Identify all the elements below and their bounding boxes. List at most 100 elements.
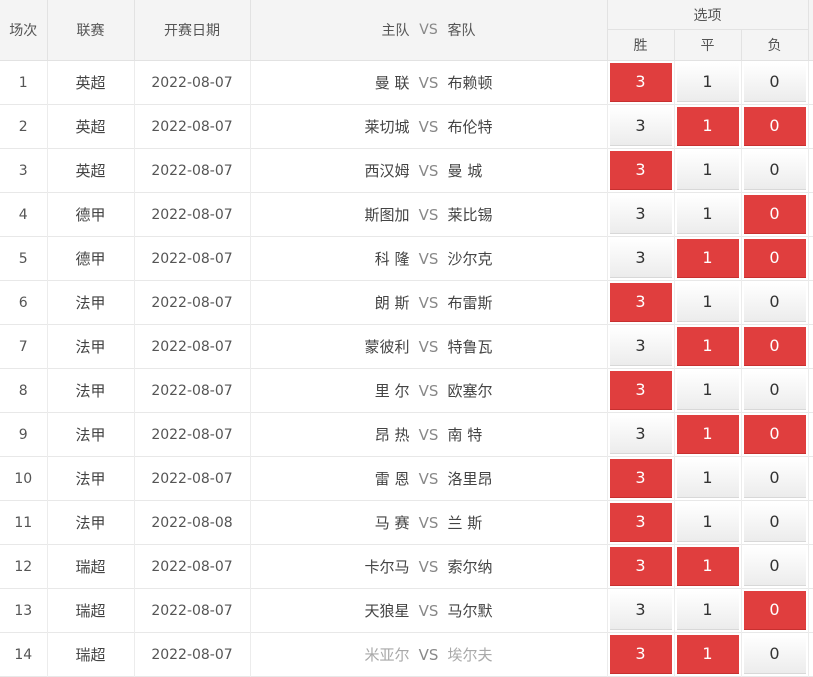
league-name: 英超 [47,60,135,105]
row-spacer [808,324,813,369]
matchup-cell: 西汉姆 VS 曼 城 [250,148,608,193]
option-win-button[interactable]: 3 [609,107,672,146]
league-name: 瑞超 [47,632,135,677]
away-team: 布伦特 [447,118,493,136]
vs-label: VS [418,601,439,620]
match-number: 1 [0,60,48,105]
league-name: 法甲 [47,456,135,501]
option-win-button[interactable]: 3 [609,459,672,498]
home-team: 雷 恩 [374,470,410,488]
option-lose-button[interactable]: 0 [743,63,806,102]
row-spacer [808,192,813,237]
match-rows: 1 英超 2022-08-07 曼 联 VS 布赖顿 3 1 0 2 英超 2022-08-07 莱切城… [0,60,813,677]
option-win-button[interactable]: 3 [609,371,672,410]
vs-label: VS [418,249,439,268]
option-draw-button[interactable]: 1 [676,107,739,146]
away-team: 南 特 [447,426,483,444]
match-date: 2022-08-07 [134,60,251,105]
matchup-cell: 卡尔马 VS 索尔纳 [250,544,608,589]
option-win-button[interactable]: 3 [609,63,672,102]
option-draw-button[interactable]: 1 [676,63,739,102]
vs-label: VS [418,293,439,312]
option-win-button[interactable]: 3 [609,327,672,366]
league-name: 法甲 [47,324,135,369]
header-lose: 负 [741,29,809,61]
option-lose-button[interactable]: 0 [743,591,806,630]
option-draw-button[interactable]: 1 [676,415,739,454]
header-spacer [808,0,813,61]
option-win-button[interactable]: 3 [609,239,672,278]
match-date: 2022-08-07 [134,324,251,369]
option-draw-button[interactable]: 1 [676,503,739,542]
league-name: 法甲 [47,368,135,413]
match-number: 11 [0,500,48,545]
header-win: 胜 [607,29,675,61]
option-lose-button[interactable]: 0 [743,415,806,454]
option-lose-button[interactable]: 0 [743,503,806,542]
option-lose-button[interactable]: 0 [743,195,806,234]
option-win-button[interactable]: 3 [609,547,672,586]
option-lose-button[interactable]: 0 [743,635,806,674]
option-draw-button[interactable]: 1 [676,151,739,190]
vs-label: VS [418,645,439,664]
option-lose-button[interactable]: 0 [743,151,806,190]
option-lose-button[interactable]: 0 [743,283,806,322]
option-lose-button[interactable]: 0 [743,547,806,586]
league-name: 英超 [47,104,135,149]
table-row: 13 瑞超 2022-08-07 天狼星 VS 马尔默 3 1 0 [0,588,813,633]
match-date: 2022-08-07 [134,104,251,149]
option-win-button[interactable]: 3 [609,151,672,190]
option-draw-button[interactable]: 1 [676,459,739,498]
table-row: 9 法甲 2022-08-07 昂 热 VS 南 特 310 [0,412,813,457]
option-lose-button[interactable]: 0 [743,327,806,366]
vs-label: VS [418,425,439,444]
matchup-cell: 蒙彼利 VS 特鲁瓦 [250,324,608,369]
match-number: 6 [0,280,48,325]
option-draw-button[interactable]: 1 [676,195,739,234]
option-lose-button[interactable]: 0 [743,459,806,498]
vs-label: VS [418,161,439,180]
matchup-cell: 曼 联 VS 布赖顿 [250,60,608,105]
match-date: 2022-08-07 [134,192,251,237]
vs-label: VS [418,469,439,488]
option-lose-button[interactable]: 0 [743,239,806,278]
vs-label: VS [418,73,439,92]
league-name: 瑞超 [47,544,135,589]
vs-label: VS [418,381,439,400]
option-lose-button[interactable]: 0 [743,107,806,146]
option-draw-button[interactable]: 1 [676,591,739,630]
option-win-button[interactable]: 3 [609,415,672,454]
row-spacer [808,280,813,325]
match-number: 14 [0,632,48,677]
matchup-cell: 天狼星 VS 马尔默 [250,588,608,633]
option-draw-button[interactable]: 1 [676,327,739,366]
home-team: 蒙彼利 [364,338,410,356]
option-draw-button[interactable]: 1 [676,635,739,674]
option-draw-button[interactable]: 1 [676,239,739,278]
header-vs: VS [419,22,438,38]
home-team: 科 隆 [374,250,410,268]
match-number: 5 [0,236,48,281]
option-win-button[interactable]: 3 [609,591,672,630]
vs-label: VS [418,513,439,532]
option-win-button[interactable]: 3 [609,635,672,674]
row-spacer [808,148,813,193]
league-name: 德甲 [47,236,135,281]
league-name: 法甲 [47,500,135,545]
header-home: 主队 [381,23,410,39]
away-team: 特鲁瓦 [447,338,493,356]
home-team: 天狼星 [364,602,410,620]
match-number: 4 [0,192,48,237]
option-win-button[interactable]: 3 [609,283,672,322]
table-row: 5 德甲 2022-08-07 科 隆 VS 沙尔克 3 1 0 [0,236,813,281]
option-draw-button[interactable]: 1 [676,547,739,586]
home-team: 米亚尔 [364,646,410,664]
table-row: 11 法甲 2022-08-08 马 赛 VS 兰 斯 310 [0,500,813,545]
option-draw-button[interactable]: 1 [676,371,739,410]
option-draw-button[interactable]: 1 [676,283,739,322]
option-win-button[interactable]: 3 [609,195,672,234]
option-win-button[interactable]: 3 [609,503,672,542]
league-name: 英超 [47,148,135,193]
option-lose-button[interactable]: 0 [743,371,806,410]
away-team: 埃尔夫 [447,646,493,664]
